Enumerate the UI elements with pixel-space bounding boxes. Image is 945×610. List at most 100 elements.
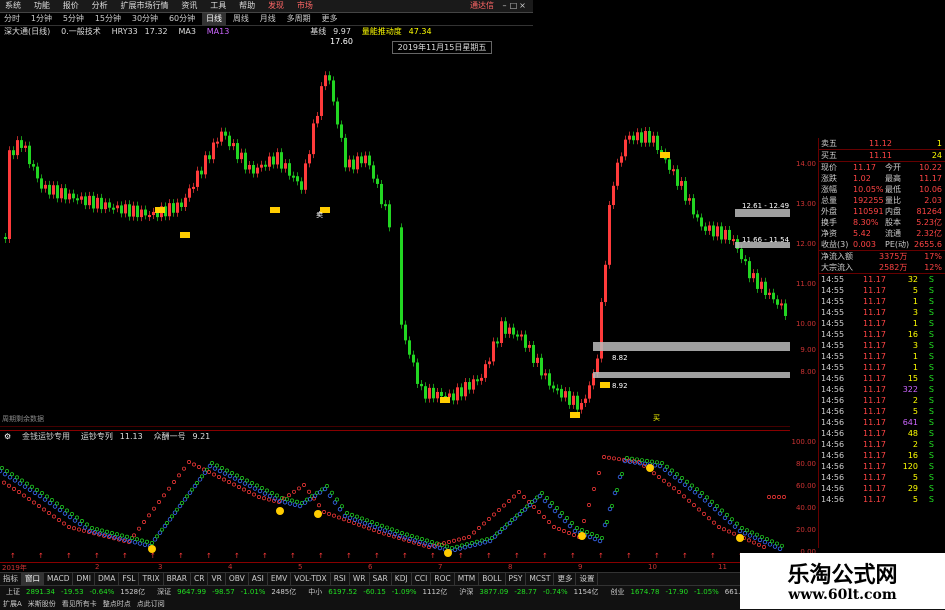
indicator-tab[interactable]: RSI [331,573,350,585]
indicator-dot [645,458,649,463]
indicator-tab[interactable]: VR [208,573,226,585]
indicator-dot [290,498,294,503]
indicator-tab[interactable]: MCST [526,573,555,585]
maximize-icon[interactable]: □ [509,0,518,12]
index-amount: 1112亿 [422,588,448,596]
period-tab-30m[interactable]: 30分钟 [128,13,162,25]
indicator-tab[interactable]: 窗口 [22,573,44,585]
indicator-tab[interactable]: FSL [119,573,140,585]
minimize-icon[interactable]: – [500,0,509,12]
status-link[interactable]: 点此订阅 [134,598,168,610]
period-tab-week[interactable]: 周线 [229,13,253,25]
indicator-dot [755,532,759,537]
index-quote[interactable]: 深证 9647.99 -98.57 -1.01% 2485亿 [151,586,302,598]
candle-body [416,362,419,384]
indicator-tab[interactable]: MTM [455,573,480,585]
close-icon[interactable]: × [518,0,527,12]
indicator-tab[interactable]: DMA [95,573,120,585]
indicator-tab[interactable]: WR [350,573,370,585]
indicator-tab[interactable]: CCI [412,573,432,585]
index-quote[interactable]: 创业 1674.78 -17.90 -1.05% 661.3亿 [605,586,758,598]
indicator-chart[interactable]: ↑↑↑↑↑↑↑↑↑↑↑↑↑↑↑↑↑↑↑↑↑↑↑↑↑↑↑ [0,441,790,561]
period-tab-fenshi[interactable]: 分时 [0,13,24,25]
candle-body [116,205,119,209]
tick-direction: S [928,462,934,471]
candle-body [124,204,127,214]
money-flow-row: 大宗流入 2582万 12% [819,262,945,273]
index-quote[interactable]: 中小 6197.52 -60.15 -1.09% 1112亿 [302,586,453,598]
tick-direction: S [928,297,934,306]
menu-item-quote[interactable]: 报价 [58,0,84,12]
menu-item-ext-market[interactable]: 扩展市场行情 [116,0,174,12]
tick-price: 11.17 [863,297,886,306]
period-tab-1m[interactable]: 1分钟 [27,13,56,25]
indicator-dot [230,471,234,475]
candle-body [756,273,759,289]
tick-direction: S [928,495,934,504]
candle-body [188,188,191,198]
indicator-tab[interactable]: 设置 [576,573,599,585]
period-tab-month[interactable]: 月线 [256,13,280,25]
menu-item-market[interactable]: 市场 [292,0,318,12]
indicator-name[interactable]: 0.一般技术 [57,26,105,37]
candle-body [152,211,155,216]
indicator-tab[interactable]: MACD [44,573,74,585]
indicator-tab[interactable]: PSY [506,573,527,585]
stat-label: 内盘 [885,207,901,216]
indicator-tab[interactable]: BOLL [479,573,506,585]
indicator-dot [67,525,71,529]
candle-body [424,386,427,399]
period-tab-day[interactable]: 日线 [202,13,226,25]
indicator-tab[interactable]: OBV [226,573,249,585]
menu-item-function[interactable]: 功能 [29,0,55,12]
indicator-dot [660,461,664,465]
status-link[interactable]: 整点时点 [100,598,134,610]
tick-price: 11.17 [863,374,886,383]
candlestick-chart[interactable] [0,37,790,427]
indicator-tab[interactable]: EMV [268,573,292,585]
menu-item-help[interactable]: 帮助 [234,0,260,12]
indicator-tab[interactable]: BRAR [164,573,192,585]
candle-body [672,169,675,172]
period-tab-15m[interactable]: 15分钟 [91,13,125,25]
menu-item-tools[interactable]: 工具 [205,0,231,12]
indicator-tab[interactable]: CR [191,573,209,585]
candle-body [344,137,347,168]
indicator-dot [385,525,389,530]
index-quote[interactable]: 沪深 3877.09 -28.77 -0.74% 1154亿 [453,586,604,598]
indicator-tab[interactable]: SAR [370,573,392,585]
indicator-tab[interactable]: 指标 [0,573,22,585]
indicator-tab[interactable]: KDJ [392,573,412,585]
candle-body [32,164,35,167]
indicator-dot [65,508,69,513]
indicator-tab[interactable]: 更多 [554,573,577,585]
candle-body [552,385,555,389]
menu-item-discover[interactable]: 发现 [263,0,289,12]
status-link[interactable]: 看见所有卡 [59,598,100,610]
index-quote[interactable]: 上证 2891.34 -19.53 -0.64% 1528亿 [0,586,151,598]
indicator-dot [250,481,254,485]
status-link[interactable]: 米斯股份 [25,598,59,610]
indicator-dot [137,526,141,531]
menu-item-system[interactable]: 系统 [0,0,26,12]
period-tab-multi[interactable]: 多周期 [283,13,315,25]
status-link[interactable]: 扩展A [0,598,25,610]
indicator-dot [430,540,434,544]
indicator-dot [705,495,709,500]
tick-volume: 5 [912,407,918,416]
indicator-tab[interactable]: TRIX [139,573,164,585]
indicator-tab[interactable]: VOL-TDX [291,573,331,585]
indicator-dot [370,520,374,525]
indicator-tab[interactable]: DMI [73,573,95,585]
stat-label: 最高 [885,174,901,183]
price-tick: 10.00 [795,320,816,328]
period-tab-more[interactable]: 更多 [318,13,342,25]
indicator-tab[interactable]: ROC [431,573,455,585]
tick-direction: S [928,429,934,438]
tick-list[interactable]: 14:55 11.17 32 S 14:55 11.17 5 S 14:55 11.… [819,273,945,505]
menu-item-news[interactable]: 资讯 [176,0,202,12]
period-tab-60m[interactable]: 60分钟 [165,13,199,25]
indicator-tab[interactable]: ASI [249,573,268,585]
period-tab-5m[interactable]: 5分钟 [59,13,88,25]
menu-item-analysis[interactable]: 分析 [87,0,113,12]
